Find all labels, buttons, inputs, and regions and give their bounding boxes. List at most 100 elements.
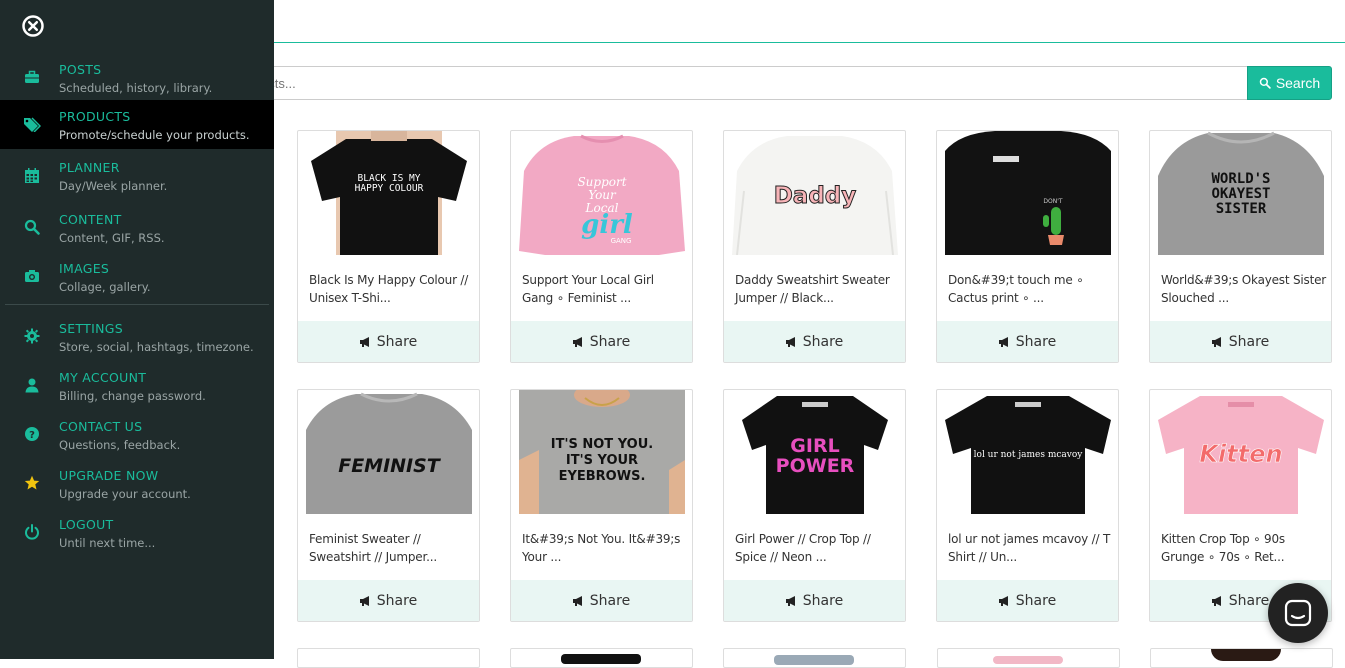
question-icon: ?: [25, 427, 39, 441]
sidebar-item-my-account[interactable]: MY ACCOUNT Billing, change password.: [0, 361, 274, 410]
sidebar-item-posts[interactable]: POSTS Scheduled, history, library.: [0, 53, 274, 102]
product-title[interactable]: Feminist Sweater // Sweatshirt // Jumper…: [309, 530, 474, 566]
product-card-partial: [937, 648, 1120, 668]
share-label: Share: [589, 333, 631, 350]
sidebar-item-label: CONTENT: [59, 212, 122, 227]
sidebar-divider: [5, 304, 269, 305]
star-icon: [24, 475, 40, 490]
sidebar-item-description: Questions, feedback.: [59, 438, 181, 452]
megaphone-icon: [359, 595, 369, 606]
gear-icon: [24, 328, 40, 344]
sidebar-item-contact-us[interactable]: ? CONTACT US Questions, feedback.: [0, 410, 274, 459]
product-image: Support Your Local girl GANG: [519, 131, 685, 255]
svg-text:lol ur not james mcavoy: lol ur not james mcavoy: [974, 450, 1084, 460]
sidebar-item-upgrade-now[interactable]: UPGRADE NOW Upgrade your account.: [0, 459, 274, 508]
product-title[interactable]: Daddy Sweatshirt Sweater Jumper // Black…: [735, 271, 900, 307]
share-label: Share: [1015, 333, 1057, 350]
product-card: lol ur not james mcavoy lol ur not james…: [936, 389, 1119, 622]
megaphone-icon: [785, 336, 795, 347]
sidebar-item-label: POSTS: [59, 62, 102, 77]
svg-text:Support: Support: [577, 175, 626, 189]
share-button[interactable]: Share: [298, 321, 479, 362]
product-card-partial: [723, 648, 906, 668]
share-button[interactable]: Share: [937, 321, 1118, 362]
sidebar-item-description: Until next time...: [59, 536, 156, 550]
svg-text:Your: Your: [588, 188, 617, 202]
megaphone-icon: [1211, 595, 1221, 606]
sidebar-item-label: UPGRADE NOW: [59, 468, 159, 483]
product-title[interactable]: It&#39;s Not You. It&#39;s Your ...: [522, 530, 687, 566]
sidebar-item-images[interactable]: IMAGES Collage, gallery.: [0, 252, 274, 301]
sidebar-item-label: MY ACCOUNT: [59, 370, 147, 385]
product-card-partial: [1150, 648, 1333, 668]
product-card-partial: [510, 648, 693, 668]
svg-text:OKAYEST: OKAYEST: [1211, 186, 1270, 202]
chat-launcher[interactable]: [1268, 583, 1328, 643]
sidebar-item-description: Store, social, hashtags, timezone.: [59, 340, 254, 354]
share-button[interactable]: Share: [724, 321, 905, 362]
share-label: Share: [589, 592, 631, 609]
sidebar-item-label: PRODUCTS: [59, 109, 131, 124]
share-label: Share: [1228, 592, 1270, 609]
product-title[interactable]: Support Your Local Girl Gang ∘ Feminist …: [522, 271, 687, 307]
sidebar-item-description: Scheduled, history, library.: [59, 81, 213, 95]
sidebar-item-label: LOGOUT: [59, 517, 114, 532]
product-title[interactable]: World&#39;s Okayest Sister Slouched ...: [1161, 271, 1326, 307]
share-button[interactable]: Share: [1150, 321, 1331, 362]
product-card: IT'S NOT YOU. IT'S YOUR EYEBROWS. It&#39…: [510, 389, 693, 622]
product-title[interactable]: lol ur not james mcavoy // T Shirt // Un…: [948, 530, 1113, 566]
svg-text:GANG: GANG: [611, 237, 632, 245]
sidebar-item-description: Billing, change password.: [59, 389, 206, 403]
product-title[interactable]: Don&#39;t touch me ∘ Cactus print ∘ ...: [948, 271, 1113, 307]
product-card: FEMINIST Feminist Sweater // Sweatshirt …: [297, 389, 480, 622]
sidebar-item-planner[interactable]: PLANNER Day/Week planner.: [0, 151, 274, 200]
svg-text:SISTER: SISTER: [1216, 201, 1267, 217]
svg-text:IT'S NOT YOU.: IT'S NOT YOU.: [551, 437, 653, 452]
calendar-icon: [25, 168, 39, 183]
product-card: DON'T Don&#39;t touch me ∘ Cactus print …: [936, 130, 1119, 363]
share-label: Share: [376, 592, 418, 609]
user-icon: [25, 378, 39, 393]
product-image: DON'T: [945, 131, 1111, 255]
share-button[interactable]: Share: [937, 580, 1118, 621]
search-button-label: Search: [1275, 75, 1321, 91]
share-label: Share: [1015, 592, 1057, 609]
svg-text:FEMINIST: FEMINIST: [338, 455, 442, 477]
svg-text:IT'S YOUR: IT'S YOUR: [566, 453, 638, 468]
sidebar-item-settings[interactable]: SETTINGS Store, social, hashtags, timezo…: [0, 312, 274, 361]
share-button[interactable]: Share: [298, 580, 479, 621]
chat-icon: [1284, 599, 1312, 627]
product-image: lol ur not james mcavoy: [945, 390, 1111, 514]
product-title[interactable]: Kitten Crop Top ∘ 90s Grunge ∘ 70s ∘ Ret…: [1161, 530, 1326, 566]
sidebar-item-content[interactable]: CONTENT Content, GIF, RSS.: [0, 203, 274, 252]
share-button[interactable]: Share: [511, 580, 692, 621]
share-button[interactable]: Share: [511, 321, 692, 362]
svg-text:Daddy: Daddy: [774, 183, 857, 209]
product-title[interactable]: Girl Power // Crop Top // Spice // Neon …: [735, 530, 900, 566]
share-button[interactable]: Share: [724, 580, 905, 621]
close-icon: [22, 15, 44, 37]
product-image: WORLD'S OKAYEST SISTER: [1158, 131, 1324, 255]
share-label: Share: [1228, 333, 1270, 350]
product-card: GIRL POWER Girl Power // Crop Top // Spi…: [723, 389, 906, 622]
svg-text:EYEBROWS.: EYEBROWS.: [559, 469, 646, 484]
megaphone-icon: [998, 595, 1008, 606]
megaphone-icon: [1211, 336, 1221, 347]
product-card: WORLD'S OKAYEST SISTER World&#39;s Okaye…: [1149, 130, 1332, 363]
svg-text:?: ?: [29, 430, 35, 441]
close-sidebar-button[interactable]: [22, 15, 44, 37]
product-image: GIRL POWER: [732, 390, 898, 514]
tags-icon: [24, 117, 41, 132]
product-image: Kitten: [1158, 390, 1324, 514]
product-title[interactable]: Black Is My Happy Colour // Unisex T-Shi…: [309, 271, 474, 307]
search-button[interactable]: Search: [1247, 66, 1332, 100]
megaphone-icon: [785, 595, 795, 606]
sidebar-item-label: CONTACT US: [59, 419, 143, 434]
svg-text:Kitten: Kitten: [1199, 440, 1282, 468]
sidebar-item-label: SETTINGS: [59, 321, 123, 336]
sidebar-item-products[interactable]: PRODUCTS Promote/schedule your products.: [0, 100, 274, 149]
sidebar-item-logout[interactable]: LOGOUT Until next time...: [0, 508, 274, 557]
share-label: Share: [802, 333, 844, 350]
megaphone-icon: [359, 336, 369, 347]
share-label: Share: [376, 333, 418, 350]
